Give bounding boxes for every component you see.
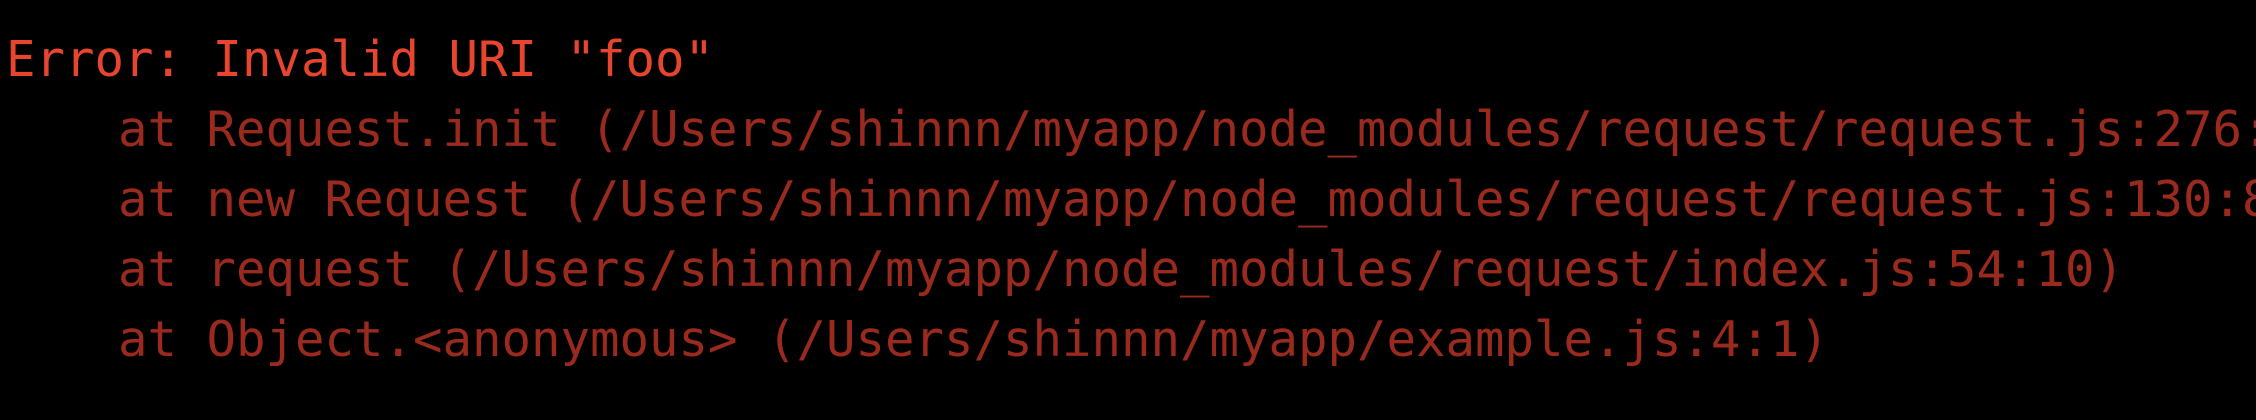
stack-frame-text: at request (/Users/shinnn/myapp/node_mod… xyxy=(118,241,2125,298)
stack-frame: at request (/Users/shinnn/myapp/node_mod… xyxy=(6,235,2124,305)
stack-frame-text: at Object.<anonymous> (/Users/shinnn/mya… xyxy=(118,311,1830,368)
stack-frame: at Request.init (/Users/shinnn/myapp/nod… xyxy=(6,95,2256,165)
stack-frame-text: at new Request (/Users/shinnn/myapp/node… xyxy=(118,171,2256,228)
stack-frame-text: at Request.init (/Users/shinnn/myapp/nod… xyxy=(118,101,2256,158)
terminal-output: Error: Invalid URI "foo" at Request.init… xyxy=(0,0,2256,404)
stack-frame: at new Request (/Users/shinnn/myapp/node… xyxy=(6,165,2256,235)
stack-frame: at Object.<anonymous> (/Users/shinnn/mya… xyxy=(6,305,1829,375)
error-message: Error: Invalid URI "foo" xyxy=(6,31,715,88)
